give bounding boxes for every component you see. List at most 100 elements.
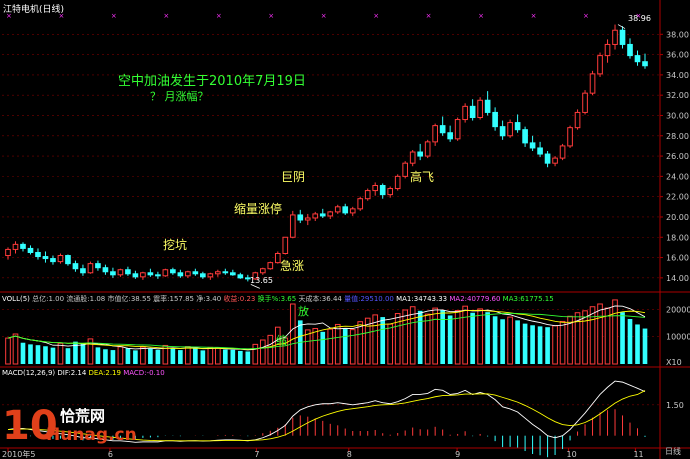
candle-body-up: [394, 175, 401, 190]
candle-body-up: [57, 255, 64, 263]
volume-bar-down: [237, 350, 243, 364]
candle-body-up: [582, 92, 588, 113]
volume-tick-label: 20000: [666, 305, 690, 314]
candle-body-up: [567, 127, 573, 147]
volume-bar-down: [35, 345, 41, 364]
candle-body-up: [349, 208, 356, 214]
candle-body-down: [642, 61, 648, 67]
macd-tick-label: 1.50: [666, 401, 684, 410]
annotation-high-fly: 高飞: [410, 170, 435, 184]
volume-bar-up: [589, 306, 596, 365]
volume-bar-up: [252, 343, 259, 365]
candle-body-up: [559, 145, 566, 159]
candle-body-up: [409, 151, 416, 164]
watermark-logo: 10 恰荒网 Hunag.cn: [2, 403, 152, 455]
candle-body-down: [65, 255, 71, 265]
volume-bar-down: [447, 315, 453, 364]
volume-tick-label: 10000: [666, 333, 690, 342]
candle-body-down: [634, 55, 641, 63]
vol-float-cap: 流通股:1.08: [66, 295, 106, 303]
candle-body-down: [72, 263, 79, 270]
chart-canvas[interactable]: 38.00 36.00 34.00 32.00 30.00 28.00 26.00 24.00…: [0, 0, 690, 459]
candle-body-down: [80, 268, 86, 274]
volume-bar-down: [133, 350, 138, 364]
candle-body-down: [619, 29, 626, 45]
volume-bar-down: [417, 310, 423, 364]
volume-bar-down: [103, 349, 108, 364]
volume-bar-up: [387, 323, 394, 365]
volume-bar-down: [545, 327, 550, 364]
candle-body-up: [507, 122, 513, 137]
volume-bar-up: [5, 337, 11, 365]
volume-bar-down: [320, 331, 326, 364]
annotation-big-yin: 巨阴: [281, 170, 306, 184]
price-tick-label: 34.00: [666, 71, 689, 80]
annotation-volume-shrink: 缩: [276, 334, 287, 347]
candle-body-up: [327, 211, 334, 217]
volume-bar-up: [215, 347, 221, 365]
vol-ma3: MA3:61775.15: [502, 295, 554, 303]
candle-body-down: [95, 263, 101, 269]
candle-body-down: [42, 256, 49, 260]
volume-bar-up: [334, 323, 341, 365]
volume-bar-down: [522, 323, 528, 364]
volume-bar-down: [642, 328, 648, 364]
volume-bar-up: [117, 346, 124, 365]
vol-cost: 天成本:36.44: [298, 295, 342, 303]
watermark-domain: Hunag.cn: [46, 425, 137, 445]
volume-bar-down: [537, 326, 543, 364]
candle-body-up: [357, 198, 364, 210]
candle-body-down: [27, 247, 34, 253]
candle-body-down: [499, 126, 506, 137]
candle-body-up: [597, 55, 603, 75]
volume-bar-up: [12, 333, 19, 365]
candle-body-down: [342, 206, 349, 214]
event-marker: ×: [268, 12, 274, 20]
price-tick-label: 26.00: [666, 152, 689, 161]
volume-bar-up: [259, 339, 266, 365]
vol-total-cap: 总亿:1.00: [32, 295, 65, 303]
macd-dea: DEA:2.19: [88, 369, 121, 377]
candle-body-up: [424, 141, 431, 157]
volume-bar-up: [582, 310, 588, 365]
volume-bar-up: [327, 328, 334, 365]
candle-body-up: [604, 43, 611, 57]
volume-bar-up: [612, 299, 618, 365]
vol-name: VOLL(5): [2, 295, 30, 303]
candle-body-down: [484, 99, 491, 113]
price-tick-label: 14.00: [666, 274, 689, 283]
volume-bar-down: [470, 312, 475, 364]
candle-body-down: [297, 214, 304, 221]
candle-body-down: [230, 272, 236, 276]
volume-bar-down: [95, 347, 101, 364]
candle-body-down: [50, 258, 56, 263]
candle-body-down: [379, 185, 386, 196]
volume-bar-up: [552, 325, 558, 365]
price-tick-label: 18.00: [666, 233, 689, 242]
candle-body-up: [402, 162, 409, 177]
volume-bar-down: [230, 349, 236, 364]
candle-body-down: [155, 274, 161, 277]
candle-body-up: [140, 272, 146, 278]
volume-tick-label: X10: [666, 358, 682, 367]
price-tick-label: 32.00: [666, 91, 689, 100]
vol-turnover: 换手%:3.65: [257, 295, 297, 303]
candle-body-down: [417, 151, 423, 157]
candle-body-up: [364, 190, 371, 200]
volume-bar-down: [635, 324, 640, 364]
volume-bar-up: [597, 303, 603, 365]
candle-body-up: [612, 29, 618, 45]
low-price-pointer: [250, 284, 260, 289]
candle-body-up: [432, 125, 438, 143]
event-marker: ×: [216, 12, 222, 20]
event-marker: ×: [373, 12, 379, 20]
candle-body-up: [207, 273, 214, 278]
candle-body-up: [372, 185, 379, 192]
low-price-label: 13.65: [250, 276, 273, 285]
volume-bar-down: [125, 348, 131, 364]
time-tick-label: 8: [347, 450, 352, 459]
macd-indicator-header: MACD(12,26,9) DIF:2.14 DEA:2.19 MACD:-0.…: [2, 369, 165, 377]
window-title: 江特电机(日线): [3, 5, 65, 15]
candle-body-down: [627, 43, 633, 57]
volume-bar-down: [440, 310, 445, 364]
